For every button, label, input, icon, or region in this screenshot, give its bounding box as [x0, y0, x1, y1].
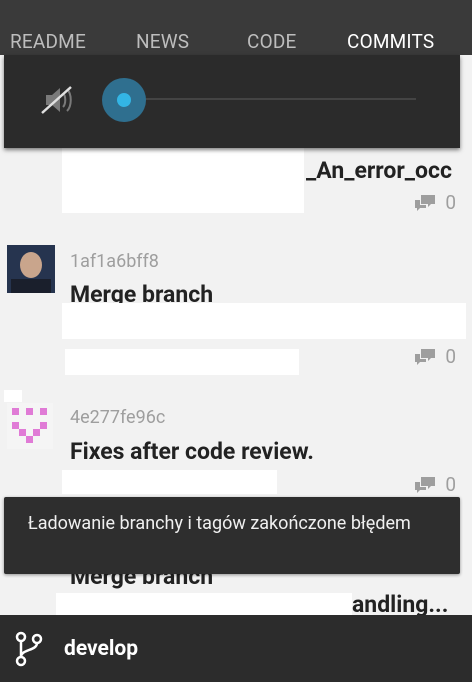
volume-slider-track[interactable]	[128, 98, 416, 100]
comments-icon	[415, 194, 436, 211]
volume-slider-thumb[interactable]	[102, 78, 146, 122]
commit-row[interactable]: 1af1a6bff8 Merge branch 0	[0, 225, 472, 375]
redacted-area	[62, 470, 277, 494]
redacted-area	[62, 303, 466, 339]
commit-title: _An_error_occ	[306, 157, 452, 184]
commit-hash: 1af1a6bff8	[70, 251, 159, 272]
redacted-area	[62, 147, 304, 213]
comment-count: 0	[415, 473, 456, 496]
tab-bar: README NEWS CODE COMMITS	[0, 0, 472, 55]
volume-panel	[4, 55, 460, 148]
tab-news[interactable]: NEWS	[136, 30, 189, 53]
redacted-area	[4, 390, 22, 402]
comment-count: 0	[415, 345, 456, 368]
comment-count-value: 0	[445, 473, 456, 496]
tab-code[interactable]: CODE	[247, 30, 297, 53]
toast-message: Ładowanie branchy i tagów zakończone błę…	[28, 513, 411, 534]
comment-count: 0	[415, 191, 456, 214]
avatar	[7, 245, 55, 293]
comment-count-value: 0	[445, 345, 456, 368]
git-branch-icon	[14, 631, 44, 671]
commit-title: Fixes after code review.	[70, 438, 314, 465]
branch-name: develop	[64, 637, 139, 661]
comments-icon	[415, 348, 436, 365]
tab-commits[interactable]: COMMITS	[347, 30, 434, 53]
redacted-area	[56, 593, 352, 615]
error-toast: Ładowanie branchy i tagów zakończone błę…	[4, 497, 460, 574]
tab-readme[interactable]: README	[10, 30, 86, 53]
commit-hash: 4e277fe96c	[70, 407, 166, 428]
commit-row[interactable]: 4e277fe96c Fixes after code review. 0	[0, 390, 472, 500]
volume-muted-icon[interactable]	[40, 83, 74, 121]
redacted-area	[65, 349, 299, 375]
commit-subtitle: andling...	[352, 591, 449, 615]
comment-count-value: 0	[445, 191, 456, 214]
branch-bar[interactable]: develop	[0, 615, 472, 682]
avatar	[7, 403, 53, 449]
comments-icon	[415, 476, 436, 493]
